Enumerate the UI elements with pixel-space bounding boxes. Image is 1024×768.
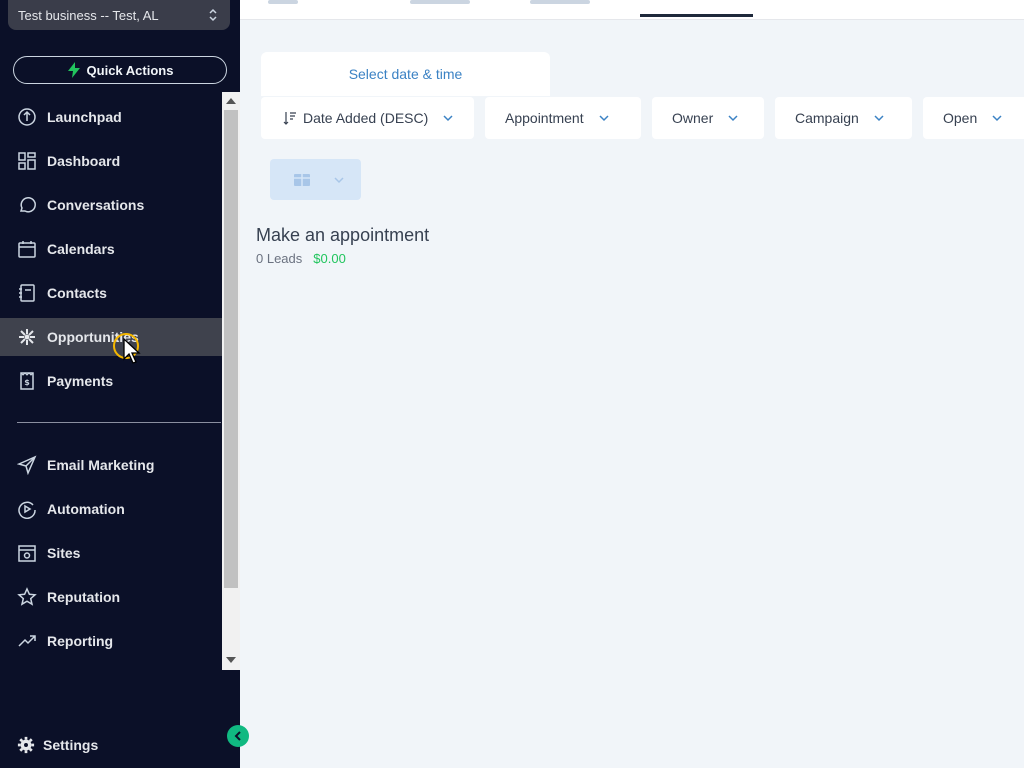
- chevron-left-icon: [234, 731, 241, 741]
- chevron-updown-icon: [209, 8, 217, 22]
- lightning-icon: [67, 62, 80, 78]
- automation-icon: [18, 501, 36, 519]
- sites-icon: [18, 545, 36, 562]
- sidebar-item-calendars[interactable]: Calendars: [0, 230, 222, 268]
- sidebar-item-opportunities[interactable]: Opportunities: [0, 318, 222, 356]
- trend-icon: [18, 635, 36, 647]
- sidebar-item-dashboard[interactable]: Dashboard: [0, 142, 222, 180]
- sidebar-item-label: Automation: [47, 501, 125, 517]
- lead-count: 0 Leads: [256, 251, 303, 266]
- sidebar-nav: Launchpad Dashboard Conversations Calend…: [0, 92, 240, 670]
- pipeline-label: Appointment: [505, 110, 584, 126]
- chat-icon: [19, 197, 36, 213]
- sidebar-item-payments[interactable]: $ Payments: [0, 362, 222, 400]
- sidebar-item-contacts[interactable]: Contacts: [0, 274, 222, 312]
- sidebar-item-label: Payments: [47, 373, 114, 389]
- sidebar-item-reputation[interactable]: Reputation: [0, 578, 222, 616]
- mouse-cursor-icon: [123, 338, 141, 364]
- chevron-down-icon: [599, 115, 609, 122]
- sidebar-scrollbar-thumb[interactable]: [224, 110, 238, 588]
- sidebar-item-label: Contacts: [47, 285, 107, 301]
- chevron-down-icon: [728, 115, 738, 122]
- svg-text:$: $: [24, 378, 30, 387]
- stage-summary: 0 Leads $0.00: [256, 251, 346, 266]
- sidebar: Test business -- Test, AL Quick Actions …: [0, 0, 249, 768]
- sidebar-item-sites[interactable]: Sites: [0, 534, 222, 572]
- select-date-time-label: Select date & time: [348, 66, 463, 82]
- sidebar-item-label: Launchpad: [47, 109, 122, 125]
- sidebar-item-label: Dashboard: [47, 153, 121, 169]
- chevron-down-icon: [334, 176, 344, 183]
- chevron-down-icon: [443, 115, 453, 122]
- sidebar-item-email-marketing[interactable]: Email Marketing: [0, 446, 222, 484]
- tab-cropped[interactable]: [410, 0, 470, 4]
- collapse-sidebar-button[interactable]: [227, 725, 249, 747]
- quick-actions-label: Quick Actions: [86, 62, 174, 78]
- calendar-icon: [18, 241, 36, 258]
- sidebar-item-label: Reporting: [47, 633, 114, 649]
- sidebar-item-conversations[interactable]: Conversations: [0, 186, 222, 224]
- campaign-dropdown[interactable]: Campaign: [775, 97, 912, 139]
- business-selector-label: Test business -- Test, AL: [18, 7, 159, 23]
- sidebar-item-settings[interactable]: Settings: [17, 734, 98, 756]
- select-date-time-button[interactable]: Select date & time: [261, 52, 550, 96]
- tab-cropped[interactable]: [530, 0, 590, 4]
- owner-dropdown[interactable]: Owner: [652, 97, 764, 139]
- active-tab-indicator: [640, 14, 753, 17]
- owner-label: Owner: [672, 110, 714, 126]
- stage-value: $0.00: [313, 251, 346, 266]
- sidebar-item-label: Calendars: [47, 241, 115, 257]
- chevron-down-icon: [992, 115, 1002, 122]
- sidebar-item-automation[interactable]: Automation: [0, 490, 222, 528]
- payments-icon: $: [20, 372, 34, 390]
- settings-label: Settings: [43, 737, 99, 753]
- sidebar-divider: [17, 422, 221, 423]
- view-toggle-button[interactable]: [270, 159, 361, 200]
- sort-label: Date Added (DESC): [303, 110, 429, 126]
- launchpad-icon: [18, 108, 36, 126]
- sidebar-item-label: Reputation: [47, 589, 121, 605]
- sidebar-item-label: Conversations: [47, 197, 145, 213]
- scroll-up-icon[interactable]: [226, 98, 236, 104]
- sidebar-item-label: Email Marketing: [47, 457, 155, 473]
- scroll-down-icon[interactable]: [226, 657, 236, 663]
- stage-title: Make an appointment: [256, 225, 430, 245]
- top-tab-bar: [240, 0, 1024, 20]
- sort-icon: [283, 112, 296, 125]
- send-icon: [17, 455, 37, 475]
- sidebar-item-label: Sites: [47, 545, 81, 561]
- sort-dropdown[interactable]: Date Added (DESC): [261, 97, 474, 139]
- star-icon: [17, 587, 37, 606]
- sidebar-item-reporting[interactable]: Reporting: [0, 622, 222, 660]
- chevron-down-icon: [874, 115, 884, 122]
- campaign-label: Campaign: [795, 110, 859, 126]
- board-view-icon: [294, 173, 310, 186]
- status-label: Open: [943, 110, 978, 126]
- business-selector[interactable]: Test business -- Test, AL: [8, 0, 230, 30]
- pipeline-dropdown[interactable]: Appointment: [485, 97, 641, 139]
- status-dropdown[interactable]: Open: [923, 97, 1024, 139]
- contacts-icon: [19, 284, 35, 302]
- sidebar-item-launchpad[interactable]: Launchpad: [0, 98, 222, 136]
- tab-cropped[interactable]: [268, 0, 298, 4]
- opportunities-icon: [19, 329, 35, 345]
- gear-icon: [17, 736, 35, 754]
- quick-actions-button[interactable]: Quick Actions: [13, 56, 227, 84]
- dashboard-icon: [18, 152, 36, 170]
